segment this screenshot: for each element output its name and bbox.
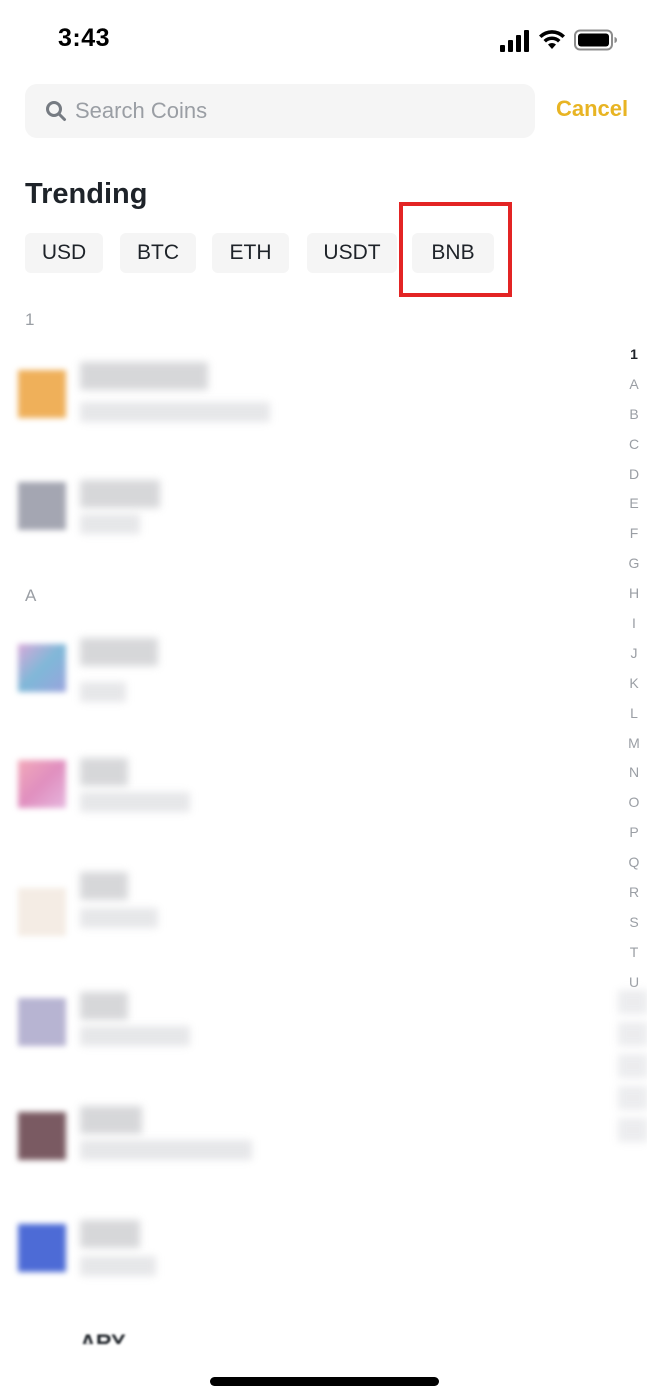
- alphabet-index[interactable]: 1 A B C D E F G H I J K L M N O P Q R S …: [620, 340, 647, 998]
- coin-name-redacted: [80, 792, 190, 812]
- coin-name-redacted: [80, 682, 126, 702]
- coin-symbol-redacted: [80, 362, 208, 390]
- index-letter-p[interactable]: P: [620, 818, 647, 848]
- coin-row[interactable]: [0, 858, 600, 958]
- wifi-icon: [539, 30, 565, 49]
- index-letter-m[interactable]: M: [620, 729, 647, 759]
- index-letter-b[interactable]: B: [620, 400, 647, 430]
- coin-name-redacted: [80, 1026, 190, 1046]
- coin-row[interactable]: [0, 980, 600, 1080]
- coin-row[interactable]: [0, 462, 600, 562]
- coin-row[interactable]: [0, 1208, 600, 1308]
- coin-name-redacted: [80, 402, 270, 422]
- coin-name-redacted: [80, 514, 140, 534]
- index-letter-redacted: [618, 1054, 647, 1078]
- coin-symbol-redacted: [80, 480, 160, 508]
- index-letter-f[interactable]: F: [620, 519, 647, 549]
- index-letter-s[interactable]: S: [620, 908, 647, 938]
- highlight-annotation-box: [399, 202, 512, 297]
- index-letter-redacted: [618, 990, 647, 1014]
- coin-logo-icon: [18, 1224, 66, 1272]
- trending-heading: Trending: [25, 178, 148, 210]
- coin-logo-icon: [18, 1112, 66, 1160]
- index-letter-d[interactable]: D: [620, 460, 647, 490]
- index-letter-k[interactable]: K: [620, 669, 647, 699]
- index-letter-a[interactable]: A: [620, 370, 647, 400]
- coin-name-redacted: [80, 1140, 252, 1160]
- status-bar: 3:43: [0, 0, 647, 80]
- coin-logo-icon: [18, 370, 66, 418]
- coin-logo-icon: [18, 482, 66, 530]
- index-letter-l[interactable]: L: [620, 699, 647, 729]
- coin-symbol-redacted: [80, 758, 128, 786]
- index-letter-r[interactable]: R: [620, 878, 647, 908]
- section-header-1: 1: [25, 310, 35, 329]
- coin-name-redacted: [80, 1256, 156, 1276]
- chip-usdt[interactable]: USDT: [307, 233, 397, 273]
- index-letter-q[interactable]: Q: [620, 848, 647, 878]
- search-input[interactable]: [75, 94, 515, 128]
- index-letter-redacted: [618, 1086, 647, 1110]
- search-bar[interactable]: [25, 84, 535, 138]
- coin-logo-icon: [18, 888, 66, 936]
- coin-row[interactable]: [0, 350, 600, 450]
- index-letter-o[interactable]: O: [620, 788, 647, 818]
- coin-symbol-redacted: [80, 992, 128, 1020]
- index-letter-g[interactable]: G: [620, 549, 647, 579]
- section-header-a: A: [25, 586, 37, 605]
- index-letter-e[interactable]: E: [620, 489, 647, 519]
- coin-logo-icon: [18, 644, 66, 692]
- index-letter-redacted: [618, 1022, 647, 1046]
- chip-usd[interactable]: USD: [25, 233, 103, 273]
- index-letter-j[interactable]: J: [620, 639, 647, 669]
- index-letter-h[interactable]: H: [620, 579, 647, 609]
- status-time: 3:43: [58, 24, 111, 52]
- coin-logo-icon: [18, 760, 66, 808]
- index-letter-n[interactable]: N: [620, 758, 647, 788]
- coin-symbol-redacted: [80, 872, 128, 900]
- index-letter-c[interactable]: C: [620, 430, 647, 460]
- coin-row[interactable]: [0, 1094, 600, 1194]
- chip-eth[interactable]: ETH: [212, 233, 289, 273]
- chip-btc[interactable]: BTC: [120, 233, 196, 273]
- battery-icon: [574, 29, 617, 51]
- search-icon: [46, 101, 66, 121]
- index-letter-i[interactable]: I: [620, 609, 647, 639]
- coin-logo-icon: [18, 998, 66, 1046]
- coin-symbol-redacted: [80, 1220, 140, 1248]
- coin-row[interactable]: [0, 628, 600, 728]
- coin-name-redacted: [80, 908, 158, 928]
- index-letter-t[interactable]: T: [620, 938, 647, 968]
- coin-symbol-redacted: [80, 1106, 142, 1134]
- home-indicator[interactable]: [210, 1377, 439, 1386]
- cellular-signal-icon: [500, 30, 529, 52]
- coin-row[interactable]: [0, 740, 600, 840]
- index-letter-1[interactable]: 1: [620, 340, 647, 370]
- coin-symbol-redacted: [80, 638, 158, 666]
- partial-coin-symbol: ARY: [80, 1330, 126, 1344]
- cancel-button[interactable]: Cancel: [556, 96, 628, 122]
- index-letter-redacted: [618, 1118, 647, 1142]
